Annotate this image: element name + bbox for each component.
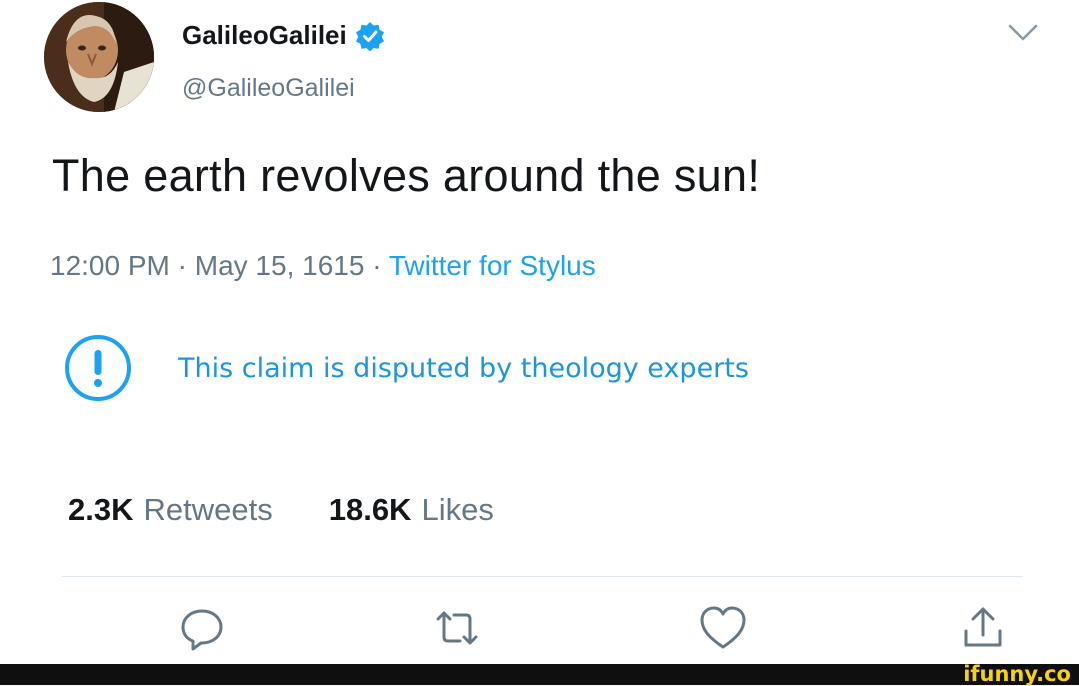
display-name[interactable]: GalileoGalilei: [182, 20, 347, 51]
user-handle[interactable]: @GalileoGalilei: [182, 74, 355, 103]
ifunny-watermark: ifunny.co: [963, 662, 1071, 686]
tweet-meta: 12:00 PM · May 15, 1615 · Twitter for St…: [50, 250, 596, 282]
verified-badge-icon: [355, 21, 384, 51]
disputed-notice-text[interactable]: This claim is disputed by theology exper…: [178, 353, 749, 384]
meta-separator: ·: [364, 250, 389, 281]
reply-icon[interactable]: [177, 603, 227, 653]
exclamation-circle-icon: [65, 335, 131, 401]
meta-separator: ·: [169, 250, 195, 281]
retweet-icon[interactable]: [432, 603, 482, 653]
action-bar: [0, 603, 1079, 659]
share-icon[interactable]: [958, 603, 1008, 653]
retweets-count: 2.3K: [68, 492, 134, 527]
likes-label: Likes: [421, 492, 494, 527]
author-name-row: GalileoGalilei: [182, 20, 385, 51]
disputed-notice[interactable]: This claim is disputed by theology exper…: [62, 332, 749, 404]
tweet-stats: 2.3K Retweets 18.6K Likes: [68, 492, 550, 528]
heart-icon[interactable]: [698, 603, 748, 653]
divider: [62, 576, 1023, 577]
tweet-time: 12:00 PM: [50, 250, 170, 281]
avatar[interactable]: [44, 2, 154, 112]
likes-count: 18.6K: [328, 492, 412, 527]
chevron-down-icon[interactable]: [1006, 22, 1040, 44]
tweet-text: The earth revolves around the sun!: [52, 150, 761, 201]
tweet-source[interactable]: Twitter for Stylus: [389, 250, 596, 281]
retweets-label: Retweets: [143, 492, 273, 527]
tweet-date[interactable]: May 15, 1615: [195, 250, 365, 281]
likes-stat[interactable]: 18.6K Likes: [329, 492, 494, 528]
retweets-stat[interactable]: 2.3K Retweets: [68, 492, 273, 528]
watermark-bar: ifunny.co: [0, 664, 1079, 685]
